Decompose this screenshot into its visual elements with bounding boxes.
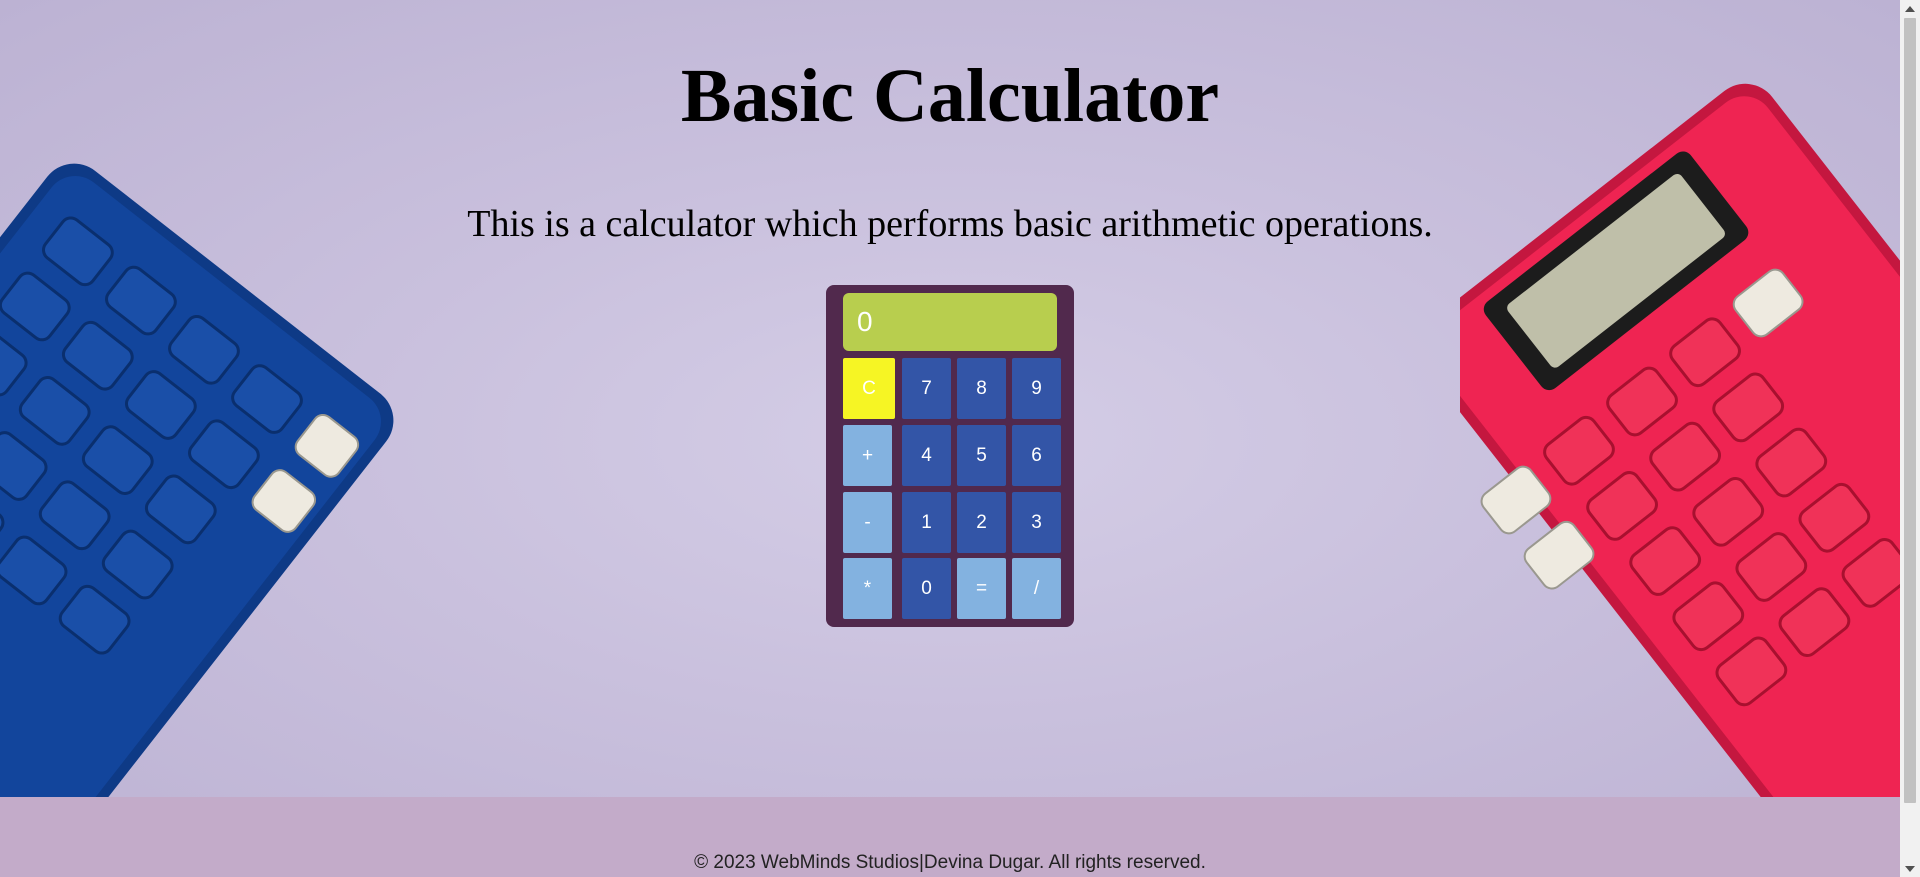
key-2-button[interactable]: 2 — [957, 492, 1006, 553]
key-0-button[interactable]: 0 — [902, 558, 951, 619]
hero-background: Basic Calculator This is a calculator wh… — [0, 0, 1900, 797]
page-title: Basic Calculator — [680, 54, 1220, 138]
vertical-scrollbar[interactable] — [1900, 0, 1920, 877]
key-1-button[interactable]: 1 — [902, 492, 951, 553]
add-button[interactable]: + — [843, 425, 892, 486]
scroll-down-arrow-icon[interactable] — [1900, 860, 1920, 877]
equals-button[interactable]: = — [957, 558, 1006, 619]
page: Basic Calculator This is a calculator wh… — [0, 0, 1920, 877]
key-5-button[interactable]: 5 — [957, 425, 1006, 486]
footer-copyright: © 2023 WebMinds Studios|Devina Dugar. Al… — [694, 852, 1206, 873]
key-6-button[interactable]: 6 — [1012, 425, 1061, 486]
key-8-button[interactable]: 8 — [957, 358, 1006, 419]
key-4-button[interactable]: 4 — [902, 425, 951, 486]
subtract-button[interactable]: - — [843, 492, 892, 553]
page-subtitle: This is a calculator which performs basi… — [467, 203, 1433, 245]
calculator: 0 C 7 8 9 + 4 5 6 - 1 2 3 * 0 = / — [826, 285, 1074, 627]
key-7-button[interactable]: 7 — [902, 358, 951, 419]
scroll-up-arrow-icon[interactable] — [1900, 0, 1920, 17]
key-9-button[interactable]: 9 — [1012, 358, 1061, 419]
scrollbar-thumb[interactable] — [1904, 18, 1916, 803]
multiply-button[interactable]: * — [843, 558, 892, 619]
clear-button[interactable]: C — [843, 358, 895, 419]
calculator-display: 0 — [843, 293, 1057, 351]
key-3-button[interactable]: 3 — [1012, 492, 1061, 553]
footer: © 2023 WebMinds Studios|Devina Dugar. Al… — [0, 797, 1900, 877]
divide-button[interactable]: / — [1012, 558, 1061, 619]
